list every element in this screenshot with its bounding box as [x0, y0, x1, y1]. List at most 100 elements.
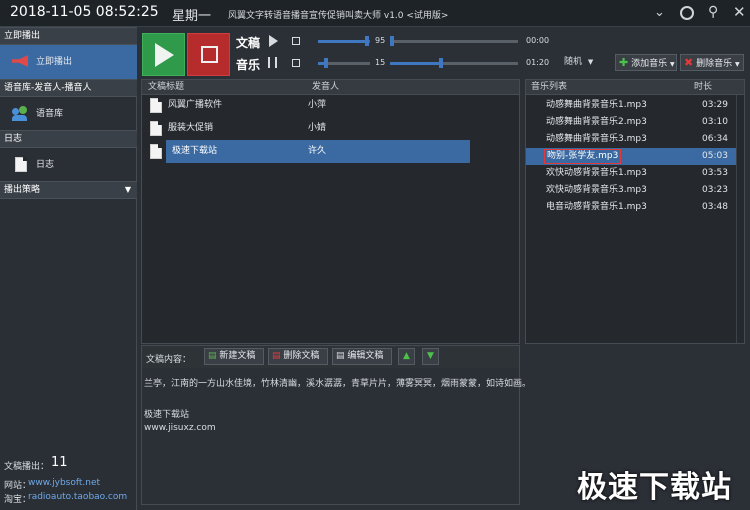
music-name: 吻别-张学友.mp3 [544, 149, 622, 164]
user-icon[interactable]: ⚲ [708, 4, 718, 20]
document-list-header: 文稿标题 发音人 [142, 80, 519, 95]
dropdown-arrow-icon: ▼ [124, 185, 131, 194]
doc-progress-bar[interactable] [390, 40, 518, 43]
doc-volume-knob[interactable] [365, 36, 369, 46]
sidebar-item-label: 立即播出 [36, 57, 73, 67]
music-duration: 03:10 [702, 117, 728, 127]
doc-progress-knob[interactable] [390, 36, 394, 46]
add-music-button[interactable]: ✚ 添加音乐 ▼ [615, 54, 677, 71]
sidebar-header-voice: 语音库-发音人-播音人 [0, 79, 137, 97]
play-button[interactable] [142, 33, 185, 76]
content-toolbar: 文稿内容： ▤ 新建文稿 ▤ 删除文稿 ▤ 编辑文稿 ▲ ▼ [142, 346, 519, 368]
content-line: 兰亭，江南的一方山水佳境，竹林清幽，溪水潺潺，青草片片，薄雾冥冥，烟雨蒙蒙，如诗… [144, 379, 532, 389]
music-name: 电音动感背景音乐1.mp3 [546, 202, 647, 212]
sidebar: 立即播出 立即播出 语音库-发音人-播音人 语音库 日志 日志 播出策略 ▼ 文… [0, 27, 137, 510]
music-duration: 03:23 [702, 185, 728, 195]
arrow-down-icon: ▼ [427, 351, 434, 361]
move-up-button[interactable]: ▲ [398, 348, 415, 365]
random-mode-label: 随机 [564, 57, 583, 67]
music-row[interactable]: 动感舞曲背景音乐1.mp3 03:29 [526, 97, 736, 114]
music-stop-icon[interactable] [292, 59, 300, 67]
music-progress-knob[interactable] [439, 58, 443, 68]
music-row[interactable]: 欢快动感背景音乐1.mp3 03:53 [526, 165, 736, 182]
chevron-down-icon[interactable]: ⌄ [654, 5, 665, 20]
content-label: 文稿内容： [146, 355, 192, 365]
music-row[interactable]: 动感舞曲背景音乐3.mp3 06:34 [526, 131, 736, 148]
doc-title: 服装大促销 [168, 123, 214, 133]
col-title-header[interactable]: 文稿标题 [148, 80, 184, 94]
strategy-label: 播出策略 [4, 185, 41, 195]
music-duration: 03:53 [702, 168, 728, 178]
app-title: 风翼文字转语音播音宣传促销叫卖大师 v1.0 <试用版> [228, 11, 449, 21]
document-icon [150, 121, 162, 136]
taobao-label: 淘宝： [4, 495, 32, 505]
music-list-header: 音乐列表 时长 [526, 80, 744, 95]
delete-doc-button[interactable]: ▤ 删除文稿 [268, 348, 328, 365]
music-volume-knob[interactable] [324, 58, 328, 68]
sidebar-header-immediate: 立即播出 [0, 27, 137, 45]
col-duration-header[interactable]: 时长 [694, 80, 712, 94]
doc-title: 风翼广播软件 [168, 100, 223, 110]
clock-datetime: 2018-11-05 08:52:25 [10, 4, 159, 20]
music-duration: 03:48 [702, 202, 728, 212]
col-speaker-header[interactable]: 发音人 [312, 80, 339, 94]
clock-icon[interactable] [680, 6, 694, 20]
move-down-button[interactable]: ▼ [422, 348, 439, 365]
doc-stop-icon[interactable] [292, 37, 300, 45]
music-pause-icon[interactable] [268, 57, 277, 68]
music-row[interactable]: 欢快动感背景音乐3.mp3 03:23 [526, 182, 736, 199]
sidebar-item-immediate[interactable]: 立即播出 [0, 45, 137, 79]
new-doc-button[interactable]: ▤ 新建文稿 [204, 348, 264, 365]
music-row[interactable]: 动感舞曲背景音乐2.mp3 03:10 [526, 114, 736, 131]
music-progress-bar[interactable] [390, 62, 518, 65]
content-text-area[interactable]: 兰亭，江南的一方山水佳境，竹林清幽，溪水潺潺，青草片片，薄雾冥冥，烟雨蒙蒙，如诗… [142, 368, 531, 504]
doc-count-label: 文稿播出： [4, 462, 50, 472]
table-row[interactable]: 风翼广播软件 小萍 [146, 94, 470, 117]
doc-speaker: 小萍 [308, 100, 327, 110]
music-name: 动感舞曲背景音乐1.mp3 [546, 100, 647, 110]
table-row-selected[interactable]: 极速下载站 许久 [146, 140, 470, 163]
doc-volume-slider[interactable] [318, 40, 370, 43]
doc-time: 00:00 [526, 36, 550, 45]
col-music-name-header[interactable]: 音乐列表 [531, 80, 567, 94]
doc-play-icon[interactable] [269, 35, 278, 47]
stop-button[interactable] [187, 33, 230, 76]
delete-doc-label: 删除文稿 [283, 351, 320, 361]
music-list-scrollbar[interactable] [736, 95, 744, 343]
doc-title: 极速下载站 [172, 146, 218, 156]
sidebar-item-voice-library[interactable]: 语音库 [0, 97, 137, 131]
users-icon [12, 106, 28, 122]
taobao-link[interactable]: radioauto.taobao.com [28, 492, 127, 502]
close-icon[interactable]: ✕ [733, 3, 746, 21]
doc-count: 11 [51, 455, 68, 470]
music-row[interactable]: 电音动感背景音乐1.mp3 03:48 [526, 199, 736, 216]
sidebar-header-strategy[interactable]: 播出策略 ▼ [0, 181, 137, 199]
sidebar-header-log: 日志 [0, 130, 137, 148]
arrow-up-icon: ▲ [403, 351, 410, 361]
table-row[interactable]: 服装大促销 小婧 [146, 117, 470, 140]
website-link[interactable]: www.jybsoft.net [28, 478, 100, 488]
music-row-selected[interactable]: 吻别-张学友.mp3 05:03 [526, 148, 736, 165]
megaphone-icon [12, 55, 28, 67]
music-label: 音乐 [236, 58, 261, 72]
stop-icon [201, 46, 218, 63]
title-bar: 2018-11-05 08:52:25 星期一 风翼文字转语音播音宣传促销叫卖大… [0, 0, 750, 27]
doc-label: 文稿 [236, 36, 261, 50]
plus-icon: ✚ [619, 56, 629, 69]
dropdown-arrow-icon: ▼ [734, 61, 740, 68]
document-list-panel: 文稿标题 发音人 风翼广播软件 小萍 服装大促销 小婧 极速下载站 许久 [141, 79, 520, 344]
content-panel: 文稿内容： ▤ 新建文稿 ▤ 删除文稿 ▤ 编辑文稿 ▲ ▼ 兰亭，江南的一方山… [141, 345, 531, 505]
doc-volume-value: 95 [375, 36, 386, 45]
weekday: 星期一 [172, 9, 212, 24]
sidebar-item-log[interactable]: 日志 [0, 148, 137, 182]
play-icon [155, 43, 174, 67]
content-line: www.jisuxz.com [144, 423, 216, 433]
edit-doc-label: 编辑文稿 [347, 351, 384, 361]
music-name: 动感舞曲背景音乐3.mp3 [546, 134, 647, 144]
music-name: 动感舞曲背景音乐2.mp3 [546, 117, 647, 127]
dropdown-arrow-icon: ▼ [669, 61, 675, 68]
edit-doc-button[interactable]: ▤ 编辑文稿 [332, 348, 392, 365]
random-mode-dropdown[interactable]: 随机 ▼ [564, 55, 604, 70]
music-time: 01:20 [526, 58, 550, 67]
delete-music-button[interactable]: ✖ 删除音乐 ▼ [680, 54, 744, 71]
